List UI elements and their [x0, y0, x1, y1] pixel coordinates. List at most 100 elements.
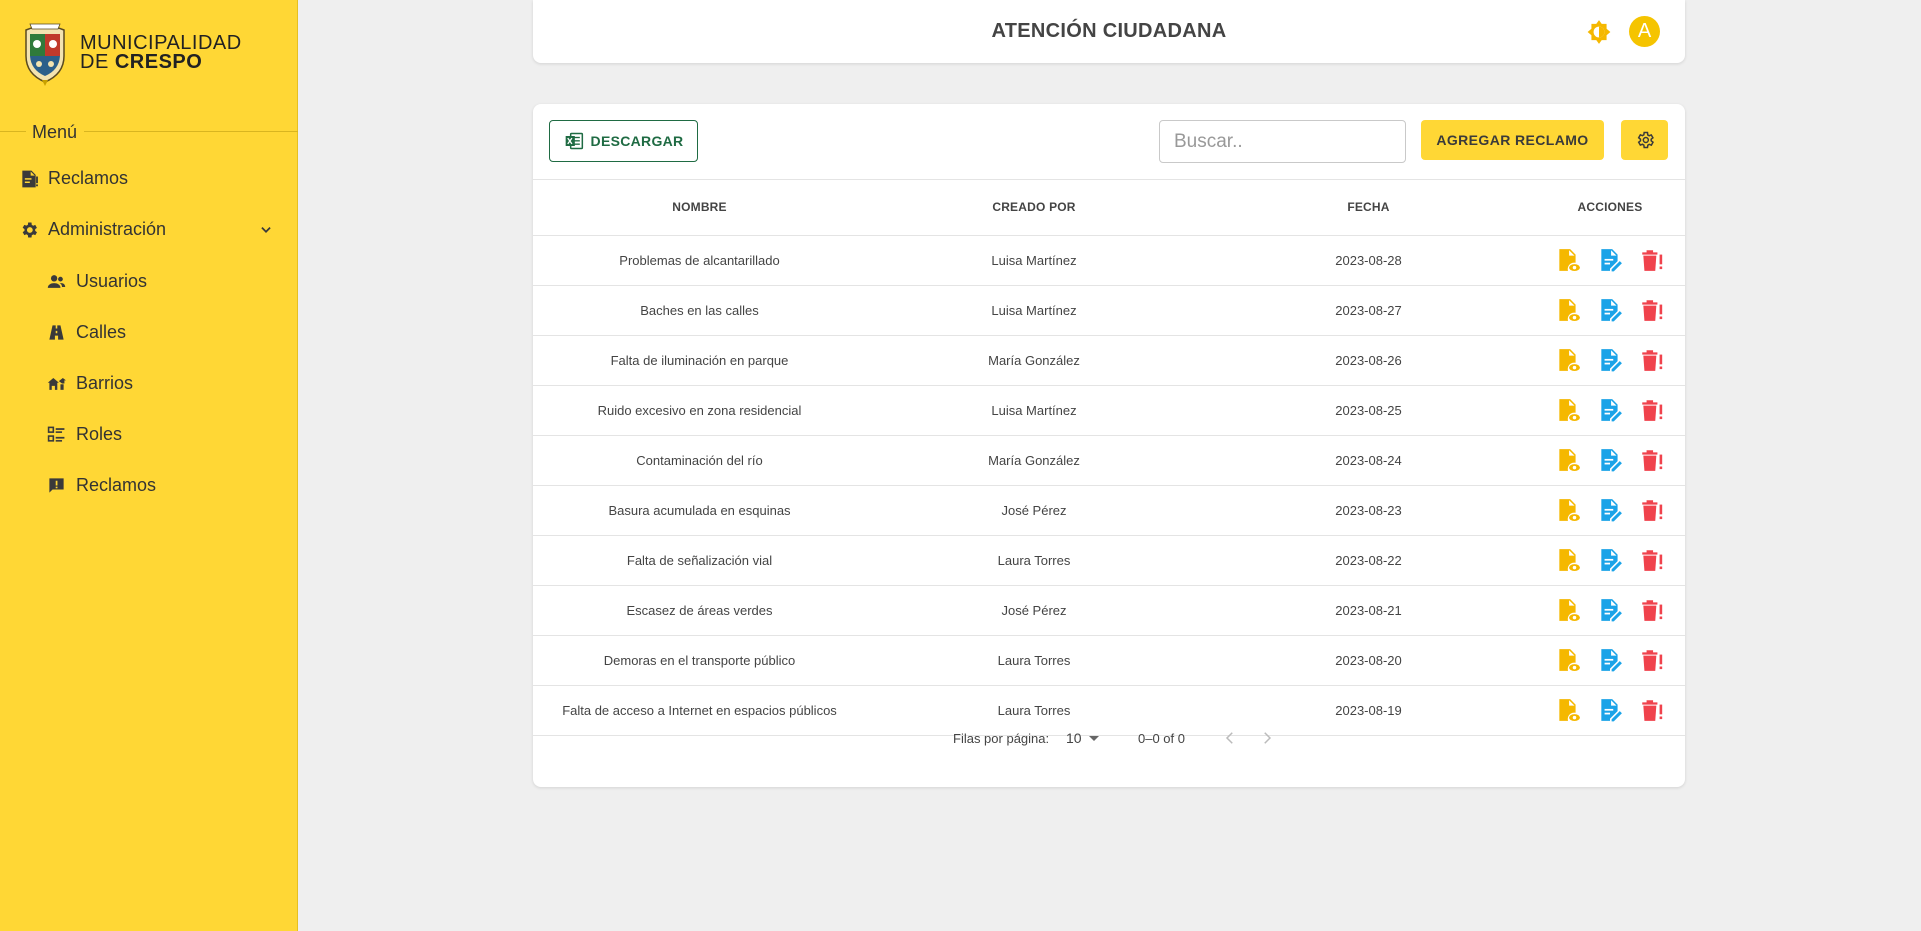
- cell-nombre: Falta de iluminación en parque: [533, 335, 866, 386]
- sidebar-item-label: Administración: [48, 219, 167, 239]
- sidebar: MUNICIPALIDAD DE CRESPO Menú Reclamos Ad…: [0, 0, 298, 931]
- cell-creado-por: José Pérez: [866, 585, 1202, 636]
- sidebar-item-label: Barrios: [76, 373, 134, 393]
- table-settings-button[interactable]: [1621, 120, 1668, 160]
- column-header-fecha[interactable]: FECHA: [1202, 180, 1535, 236]
- cell-creado-por: Luisa Martínez: [866, 385, 1202, 436]
- delete-icon[interactable]: [1639, 647, 1665, 673]
- cell-acciones: [1535, 585, 1685, 636]
- delete-icon[interactable]: [1639, 347, 1665, 373]
- sidebar-item-reclamos-admin[interactable]: Reclamos: [47, 475, 156, 496]
- road-icon: [49, 325, 64, 340]
- edit-doc-icon[interactable]: [1597, 347, 1623, 373]
- brightness-icon[interactable]: [1586, 19, 1612, 45]
- table-row[interactable]: Problemas de alcantarillado Luisa Martíne…: [533, 235, 1685, 286]
- view-doc-icon[interactable]: [1555, 397, 1581, 423]
- cell-creado-por: José Pérez: [866, 485, 1202, 536]
- view-doc-icon[interactable]: [1555, 647, 1581, 673]
- table-row[interactable]: Falta de iluminación en parque María Gonz…: [533, 335, 1685, 386]
- cell-nombre: Baches en las calles: [533, 285, 866, 336]
- page-range: 0–0 of 0: [1138, 731, 1185, 746]
- excel-icon: [565, 132, 583, 150]
- avatar[interactable]: A: [1629, 16, 1660, 47]
- cell-nombre: Demoras en el transporte público: [533, 635, 866, 686]
- row-actions: [1535, 347, 1685, 373]
- cell-creado-por: Laura Torres: [866, 635, 1202, 686]
- chevron-right-icon[interactable]: [1258, 729, 1276, 747]
- view-doc-icon[interactable]: [1555, 447, 1581, 473]
- view-doc-icon[interactable]: [1555, 497, 1581, 523]
- sidebar-item-usuarios[interactable]: Usuarios: [47, 271, 147, 292]
- delete-icon[interactable]: [1639, 297, 1665, 323]
- sidebar-item-barrios[interactable]: Barrios: [47, 373, 133, 394]
- cell-acciones: [1535, 335, 1685, 386]
- sidebar-item-roles[interactable]: Roles: [47, 424, 122, 445]
- delete-icon[interactable]: [1639, 547, 1665, 573]
- edit-doc-icon[interactable]: [1597, 497, 1623, 523]
- edit-doc-icon[interactable]: [1597, 597, 1623, 623]
- caret-down-icon[interactable]: [1089, 736, 1099, 741]
- view-doc-icon[interactable]: [1555, 347, 1581, 373]
- table-row[interactable]: Falta de señalización vial Laura Torres 20…: [533, 535, 1685, 586]
- rows-per-page-label: Filas por página:: [953, 731, 1050, 746]
- edit-doc-icon[interactable]: [1597, 247, 1623, 273]
- delete-icon[interactable]: [1639, 497, 1665, 523]
- edit-doc-icon[interactable]: [1597, 397, 1623, 423]
- rows-per-page-select[interactable]: 10: [1066, 730, 1082, 746]
- menu-header: Menú: [0, 120, 298, 142]
- table-header-row: NOMBRE CREADO POR FECHA ACCIONES: [533, 180, 1685, 236]
- edit-doc-icon[interactable]: [1597, 447, 1623, 473]
- view-doc-icon[interactable]: [1555, 547, 1581, 573]
- page-header: ATENCIÓN CIUDADANA A: [533, 0, 1685, 63]
- table-row[interactable]: Baches en las calles Luisa Martínez 2023-0…: [533, 285, 1685, 336]
- row-actions: [1535, 597, 1685, 623]
- table-row[interactable]: Contaminación del río María González 2023-…: [533, 435, 1685, 486]
- cell-nombre: Contaminación del río: [533, 435, 866, 486]
- sidebar-item-label: Calles: [76, 322, 127, 342]
- delete-icon[interactable]: [1639, 397, 1665, 423]
- edit-doc-icon[interactable]: [1597, 297, 1623, 323]
- edit-doc-icon[interactable]: [1597, 647, 1623, 673]
- row-actions: [1535, 297, 1685, 323]
- report-doc-icon: [22, 170, 38, 187]
- cell-fecha: 2023-08-27: [1202, 285, 1535, 336]
- row-actions: [1535, 497, 1685, 523]
- sidebar-item-reclamos[interactable]: Reclamos: [19, 168, 128, 189]
- cell-nombre: Basura acumulada en esquinas: [533, 485, 866, 536]
- checklist-icon: [47, 426, 65, 442]
- column-header-nombre[interactable]: NOMBRE: [533, 180, 866, 236]
- table-row[interactable]: Ruido excesivo en zona residencial Luisa …: [533, 385, 1685, 436]
- row-actions: [1535, 647, 1685, 673]
- add-reclamo-button[interactable]: AGREGAR RECLAMO: [1421, 120, 1604, 160]
- reclamos-card: DESCARGAR AGREGAR RECLAMO NOMBRE CREADO …: [533, 104, 1685, 787]
- download-button[interactable]: DESCARGAR: [549, 120, 698, 162]
- municipality-logo[interactable]: MUNICIPALIDAD DE CRESPO: [22, 20, 242, 86]
- chevron-down-icon[interactable]: [259, 223, 273, 237]
- cell-fecha: 2023-08-21: [1202, 585, 1535, 636]
- sidebar-item-calles[interactable]: Calles: [47, 322, 126, 343]
- row-actions: [1535, 247, 1685, 273]
- table-row[interactable]: Escasez de áreas verdes José Pérez 2023-08…: [533, 585, 1685, 636]
- reclamos-table: NOMBRE CREADO POR FECHA ACCIONES Problem…: [533, 180, 1685, 736]
- search-input[interactable]: [1159, 120, 1406, 163]
- table-row[interactable]: Basura acumulada en esquinas José Pérez 20…: [533, 485, 1685, 536]
- cell-fecha: 2023-08-24: [1202, 435, 1535, 486]
- delete-icon[interactable]: [1639, 247, 1665, 273]
- table-toolbar: DESCARGAR AGREGAR RECLAMO: [533, 104, 1685, 180]
- row-actions: [1535, 397, 1685, 423]
- chevron-left-icon[interactable]: [1221, 729, 1239, 747]
- gear-icon: [1637, 131, 1654, 149]
- coat-of-arms-icon: [25, 23, 65, 86]
- column-header-creado-por[interactable]: CREADO POR: [866, 180, 1202, 236]
- view-doc-icon[interactable]: [1555, 247, 1581, 273]
- view-doc-icon[interactable]: [1555, 597, 1581, 623]
- edit-doc-icon[interactable]: [1597, 547, 1623, 573]
- cell-creado-por: Laura Torres: [866, 535, 1202, 586]
- table-row[interactable]: Demoras en el transporte público Laura To…: [533, 635, 1685, 686]
- view-doc-icon[interactable]: [1555, 297, 1581, 323]
- sidebar-item-administracion[interactable]: Administración: [19, 219, 279, 240]
- feedback-icon: [49, 478, 64, 493]
- cell-acciones: [1535, 235, 1685, 286]
- delete-icon[interactable]: [1639, 597, 1665, 623]
- delete-icon[interactable]: [1639, 447, 1665, 473]
